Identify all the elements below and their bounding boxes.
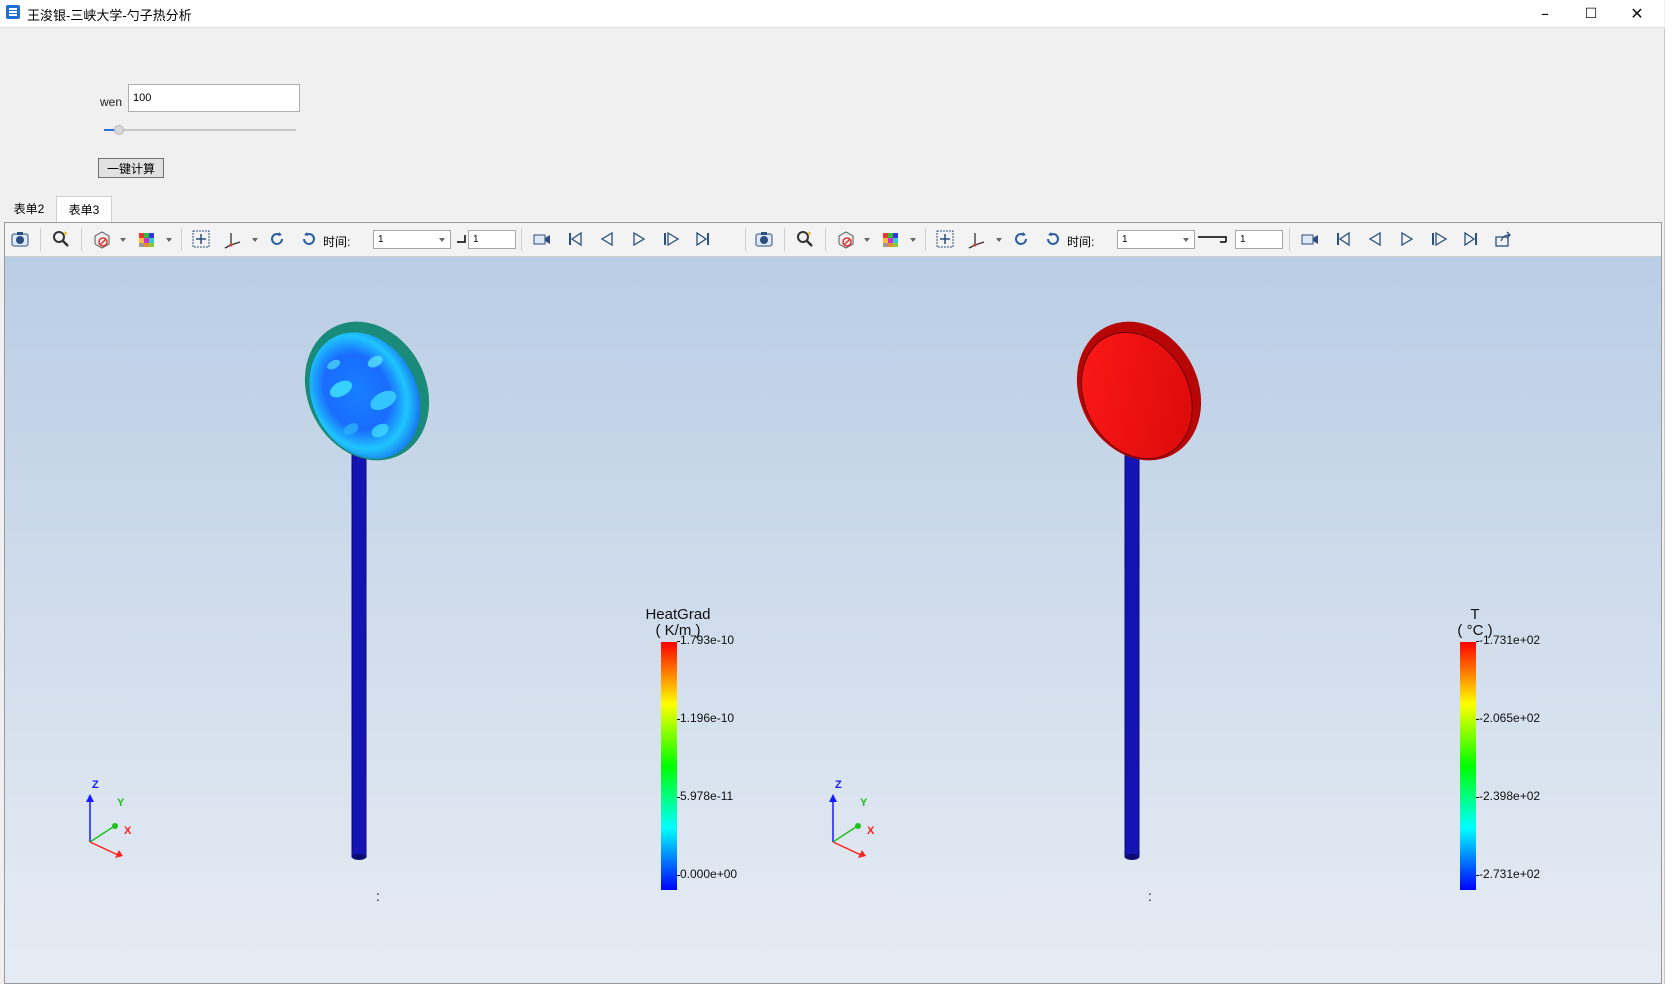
spoon-handle [1124, 436, 1140, 858]
color-map-icon[interactable] [137, 229, 157, 249]
legend-tick: -2.398e+02 [1475, 789, 1541, 803]
title-bar: 王浚银-三峡大学-勺子热分析 – ☐ ✕ [0, 0, 1664, 28]
triad-x-label: X [124, 825, 132, 837]
time-combobox[interactable]: 1 [1117, 230, 1195, 249]
spoon-bowl [304, 321, 430, 461]
status-text: : [376, 888, 380, 904]
screenshot-icon[interactable] [10, 229, 30, 249]
triad-y-label: Y [860, 797, 868, 809]
legend-quantity: HeatGrad [645, 606, 711, 623]
last-frame-icon[interactable] [1461, 229, 1481, 249]
spoon-handle [351, 436, 367, 858]
export-icon[interactable] [1493, 229, 1513, 249]
zoom-icon[interactable] [795, 229, 815, 249]
triad-z-label: Z [92, 779, 99, 791]
legend-tick: 5.978e-11 [676, 789, 734, 803]
triad-y-label: Y [117, 797, 125, 809]
color-bar [1460, 642, 1476, 890]
spoon-temperature [1076, 321, 1202, 860]
spoon-bowl [1076, 321, 1202, 461]
wen-slider[interactable] [104, 125, 296, 135]
triad-z-label: Z [835, 779, 842, 791]
prev-frame-icon[interactable] [1365, 229, 1385, 249]
render-scene[interactable]: Z Y X Z Y X HeatGrad ( K/m ) 1.793e-10 1… [5, 257, 1661, 983]
viewer-toolbar: 时间: 1 1 时间: 1 1 [5, 223, 1661, 257]
last-frame-icon[interactable] [693, 229, 713, 249]
dropdown-arrow-icon[interactable] [113, 229, 126, 249]
slider-thumb[interactable] [114, 125, 125, 135]
legend-quantity: T [1470, 606, 1480, 623]
dropdown-arrow-icon[interactable] [857, 229, 870, 249]
fit-view-icon[interactable] [191, 229, 211, 249]
tab-form3[interactable]: 表单3 [56, 196, 112, 223]
first-frame-icon[interactable] [1333, 229, 1353, 249]
play-icon[interactable] [629, 229, 649, 249]
display-mode-icon[interactable] [92, 229, 112, 249]
window-edge [1665, 0, 1678, 984]
color-bar [661, 642, 677, 890]
wen-input[interactable] [128, 84, 300, 112]
dropdown-arrow-icon[interactable] [159, 229, 172, 249]
maximize-button[interactable]: ☐ [1568, 0, 1614, 27]
rotate-right-icon[interactable] [1043, 229, 1063, 249]
screenshot-icon[interactable] [754, 229, 774, 249]
step-spinbox[interactable]: 1 [1235, 230, 1283, 249]
viewer-area: 时间: 1 1 时间: 1 1 Z Y X Z Y X HeatGrad (K… [4, 222, 1662, 984]
time-label: 时间: [1067, 235, 1095, 249]
close-button[interactable]: ✕ [1614, 0, 1660, 27]
next-frame-icon[interactable] [1429, 229, 1449, 249]
record-icon[interactable] [532, 229, 552, 249]
minimize-button[interactable]: – [1522, 0, 1568, 27]
fit-view-icon[interactable] [935, 229, 955, 249]
prev-frame-icon[interactable] [597, 229, 617, 249]
step-icon [452, 229, 466, 249]
color-map-icon[interactable] [881, 229, 901, 249]
status-text: : [1148, 888, 1152, 904]
calculate-button[interactable]: 一键计算 [98, 158, 164, 178]
legend-tick: 0.000e+00 [676, 867, 738, 881]
triad-x-label: X [867, 825, 875, 837]
rotate-left-icon[interactable] [1011, 229, 1031, 249]
scene-graphics [86, 321, 1202, 860]
app-icon [6, 5, 20, 19]
play-icon[interactable] [1397, 229, 1417, 249]
window-title: 王浚银-三峡大学-勺子热分析 [27, 8, 192, 23]
legend-tick: 1.196e-10 [676, 711, 735, 725]
spoon-heatgrad [304, 321, 430, 860]
dropdown-arrow-icon[interactable] [989, 229, 1002, 249]
zoom-icon[interactable] [51, 229, 71, 249]
legend-tick: 1.793e-10 [676, 633, 735, 647]
rotate-right-icon[interactable] [299, 229, 319, 249]
time-combobox[interactable]: 1 [373, 230, 451, 249]
dropdown-arrow-icon[interactable] [903, 229, 916, 249]
time-label: 时间: [323, 235, 351, 249]
step-spinbox[interactable]: 1 [468, 230, 516, 249]
axes-icon[interactable] [223, 229, 243, 249]
step-icon [1196, 229, 1232, 249]
legend-tick: -2.065e+02 [1475, 711, 1541, 725]
axes-icon[interactable] [967, 229, 987, 249]
record-icon[interactable] [1300, 229, 1320, 249]
rotate-left-icon[interactable] [267, 229, 287, 249]
display-mode-icon[interactable] [836, 229, 856, 249]
first-frame-icon[interactable] [565, 229, 585, 249]
legend-tick: -2.731e+02 [1475, 867, 1541, 881]
tab-form2[interactable]: 表单2 [4, 196, 54, 222]
next-frame-icon[interactable] [661, 229, 681, 249]
wen-label: wen [100, 95, 123, 109]
legend-tick: -1.731e+02 [1475, 633, 1541, 647]
dropdown-arrow-icon[interactable] [245, 229, 258, 249]
slider-track [104, 129, 296, 131]
